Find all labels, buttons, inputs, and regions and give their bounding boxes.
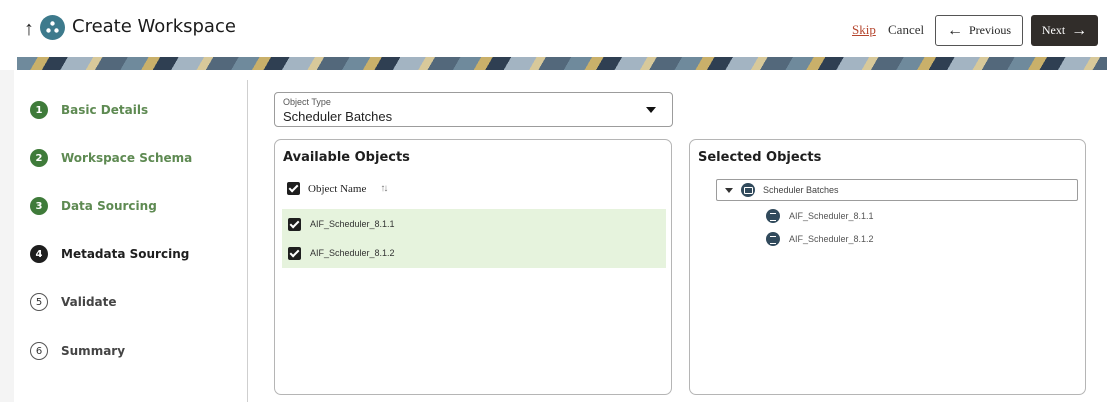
list-item[interactable]: AIF_Scheduler_8.1.1: [282, 209, 666, 239]
arrow-left-icon: ←: [947, 21, 963, 39]
step-validate[interactable]: 5 Validate: [30, 292, 117, 312]
expand-icon[interactable]: [725, 187, 733, 193]
object-name: AIF_Scheduler_8.1.1: [310, 219, 395, 229]
step-label: Validate: [61, 295, 117, 309]
header-bar: ↑ Create Workspace Skip Cancel ← Previou…: [0, 0, 1107, 58]
previous-label: Previous: [969, 23, 1011, 37]
row-checkbox[interactable]: [288, 246, 301, 260]
object-type-label: Object Type: [283, 97, 331, 107]
step-number: 2: [30, 149, 48, 167]
tree-root-label: Scheduler Batches: [763, 185, 839, 195]
object-name-header: Object Name ↑↓: [287, 182, 388, 195]
document-icon: [766, 232, 780, 246]
step-summary[interactable]: 6 Summary: [30, 341, 125, 361]
available-objects-title: Available Objects: [283, 150, 410, 165]
left-edge: [0, 70, 14, 402]
arrow-right-icon: →: [1071, 21, 1088, 39]
step-basic-details[interactable]: 1 Basic Details: [30, 100, 148, 120]
sort-icon[interactable]: ↑↓: [380, 183, 388, 194]
next-label: Next: [1041, 23, 1066, 37]
cancel-button[interactable]: Cancel: [888, 22, 924, 38]
next-button[interactable]: Next →: [1031, 15, 1098, 46]
caret-down-icon: [646, 107, 656, 113]
step-label: Data Sourcing: [61, 199, 157, 213]
selected-objects-title: Selected Objects: [698, 150, 822, 165]
step-label: Workspace Schema: [61, 151, 193, 165]
page-title: Create Workspace: [72, 16, 236, 37]
step-number: 6: [30, 342, 48, 360]
step-workspace-schema[interactable]: 2 Workspace Schema: [30, 148, 192, 168]
step-number: 5: [30, 293, 48, 311]
workspace-icon: [40, 15, 65, 40]
tree-root-node[interactable]: Scheduler Batches: [716, 179, 1078, 201]
step-label: Basic Details: [61, 103, 149, 117]
object-name-label: Object Name: [308, 182, 367, 195]
step-number: 1: [30, 101, 48, 119]
step-number: 4: [30, 245, 48, 263]
step-number: 3: [30, 197, 48, 215]
skip-link[interactable]: Skip: [852, 22, 876, 38]
document-icon: [766, 209, 780, 223]
selected-objects-panel: Selected Objects Scheduler Batches AIF_S…: [689, 139, 1086, 395]
step-data-sourcing[interactable]: 3 Data Sourcing: [30, 196, 157, 216]
previous-button[interactable]: ← Previous: [935, 15, 1023, 46]
list-item[interactable]: AIF_Scheduler_8.1.2: [282, 238, 666, 268]
available-objects-panel: Available Objects Object Name ↑↓ AIF_Sch…: [274, 139, 672, 395]
steps-divider: [247, 80, 248, 402]
tree-child-label: AIF_Scheduler_8.1.1: [789, 211, 874, 221]
step-metadata-sourcing[interactable]: 4 Metadata Sourcing: [30, 244, 189, 264]
tree-child-node[interactable]: AIF_Scheduler_8.1.2: [766, 231, 874, 247]
decorative-banner: [17, 57, 1107, 70]
object-name: AIF_Scheduler_8.1.2: [310, 248, 395, 258]
step-label: Metadata Sourcing: [61, 247, 190, 261]
up-arrow-icon[interactable]: ↑: [24, 17, 34, 41]
select-all-checkbox[interactable]: [287, 182, 300, 195]
folder-icon: [741, 183, 755, 197]
object-type-value: Scheduler Batches: [283, 109, 393, 124]
row-checkbox[interactable]: [288, 217, 301, 231]
tree-child-node[interactable]: AIF_Scheduler_8.1.1: [766, 208, 874, 224]
object-type-select[interactable]: Object Type Scheduler Batches: [274, 92, 673, 127]
tree-child-label: AIF_Scheduler_8.1.2: [789, 234, 874, 244]
step-label: Summary: [61, 344, 126, 358]
